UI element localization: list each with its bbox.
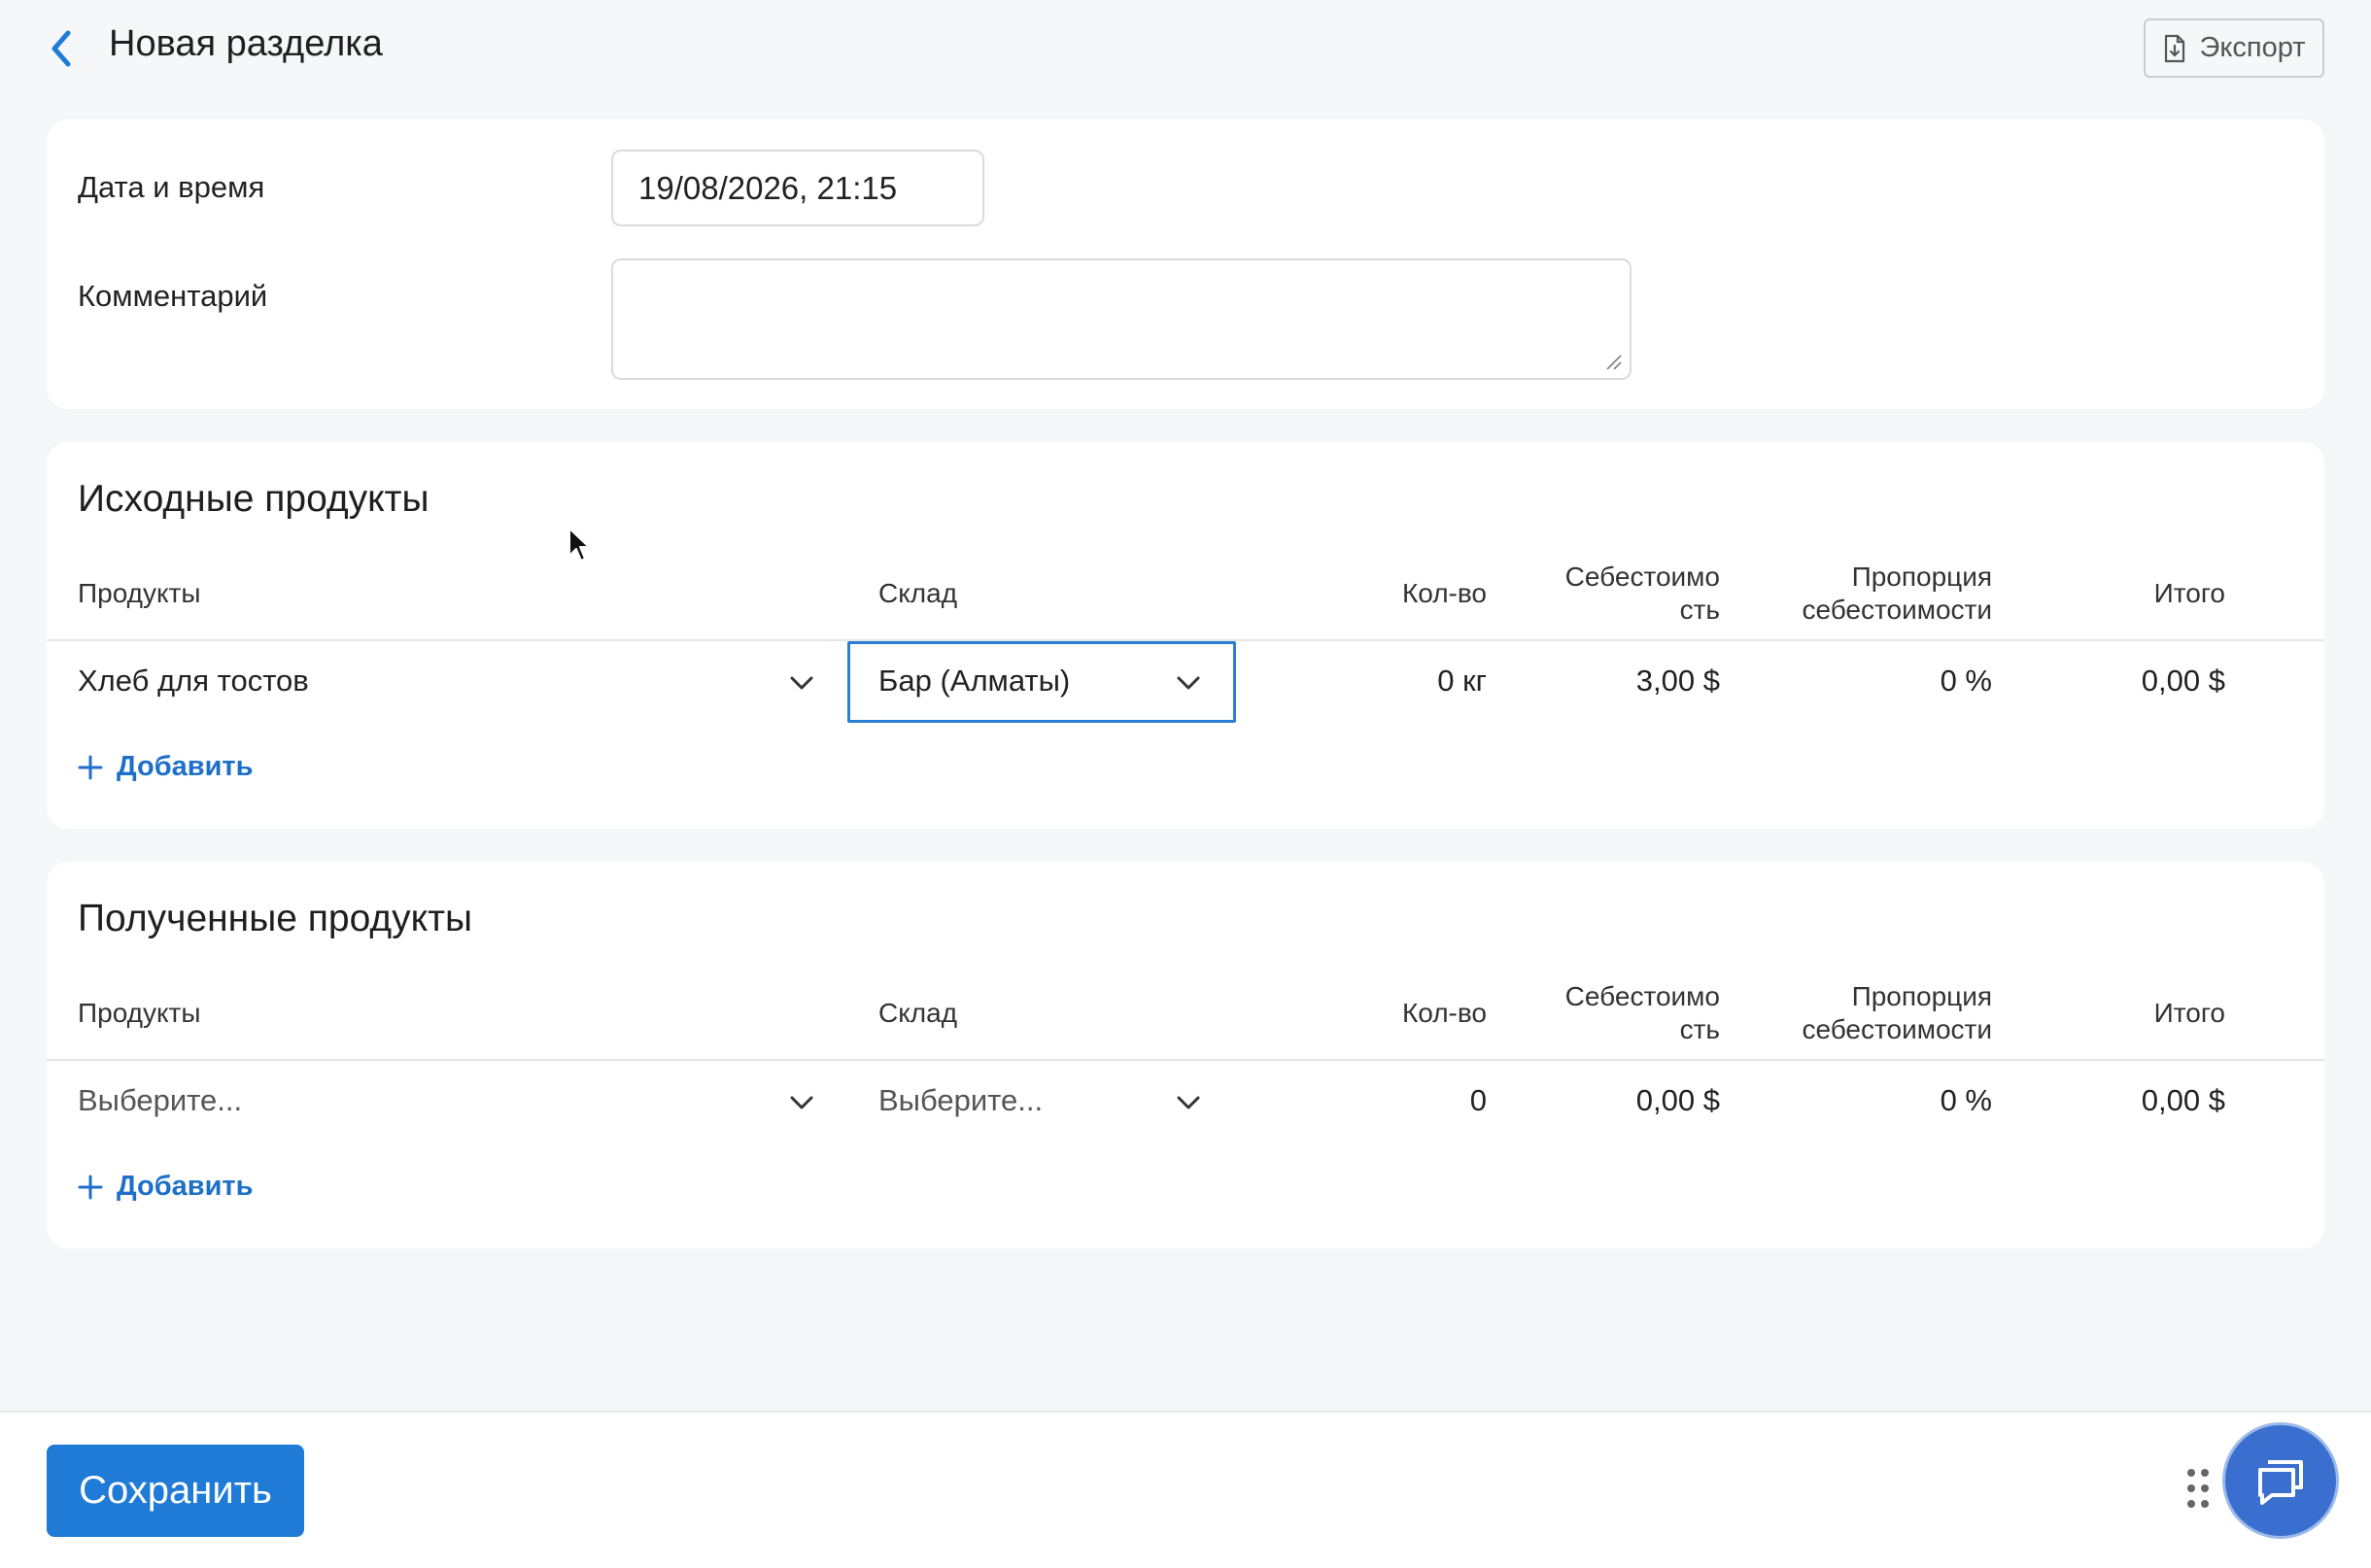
drag-handle-icon[interactable] (2184, 1467, 2212, 1510)
chat-icon (2258, 1460, 2303, 1505)
chevron-down-icon (790, 1096, 813, 1109)
proportion-value[interactable]: 0 % (1737, 1083, 1992, 1118)
resize-grip-icon[interactable] (1604, 353, 1622, 370)
column-header-products: Продукты (78, 998, 201, 1028)
export-label: Экспорт (2199, 32, 2306, 63)
column-header-proportion-line2: себестоимости (1802, 1014, 1992, 1044)
result-products-card: Полученные продукты Продукты Склад Кол-в… (47, 862, 2324, 1248)
mouse-cursor-icon (568, 528, 590, 562)
warehouse-select[interactable]: Бар (Алматы) (847, 641, 1236, 723)
warehouse-select-value: Бар (Алматы) (878, 664, 1071, 698)
section-title-source: Исходные продукты (78, 478, 430, 520)
page-header: Новая разделка Экспорт (0, 0, 2371, 97)
cost-value: 3,00 $ (1635, 664, 1720, 698)
chevron-down-icon (1177, 676, 1200, 690)
qty-value[interactable]: 0 кг (1300, 664, 1487, 699)
column-header-total: Итого (2153, 578, 2225, 608)
product-select-placeholder: Выберите... (78, 1083, 243, 1117)
chevron-down-icon (790, 676, 813, 690)
page-title: Новая разделка (109, 23, 383, 64)
export-button[interactable]: Экспорт (2144, 18, 2324, 78)
add-result-product-button[interactable]: Добавить (78, 1171, 253, 1203)
save-button[interactable]: Сохранить (47, 1445, 304, 1537)
column-header-products: Продукты (78, 578, 201, 608)
chat-button[interactable] (2222, 1422, 2339, 1539)
comment-textarea[interactable] (611, 258, 1632, 380)
section-title-result: Полученные продукты (78, 898, 473, 939)
file-download-icon (2164, 34, 2184, 62)
column-header-total: Итого (2153, 998, 2225, 1028)
total-value: 0,00 $ (2141, 1083, 2225, 1117)
chevron-left-icon (52, 30, 71, 67)
column-header-proportion: Пропорция себестоимости (1737, 980, 1992, 1046)
column-header-cost-line1: Себестоимо (1564, 981, 1720, 1011)
add-source-product-button[interactable]: Добавить (78, 751, 253, 783)
column-header-proportion: Пропорция себестоимости (1737, 561, 1992, 627)
column-header-cost-line1: Себестоимо (1564, 562, 1720, 592)
qty-value[interactable]: 0 (1300, 1083, 1487, 1118)
column-header-cost-line2: сть (1679, 1014, 1720, 1044)
column-header-cost: Себестоимо сть (1475, 980, 1720, 1046)
product-select-value: Хлеб для тостов (78, 664, 309, 698)
column-header-proportion-line2: себестоимости (1802, 595, 1992, 625)
warehouse-select-placeholder: Выберите... (878, 1083, 1044, 1117)
column-header-cost-line2: сть (1679, 595, 1720, 625)
column-header-warehouse: Склад (878, 578, 958, 608)
column-header-qty: Кол-во (1401, 578, 1487, 608)
column-header-qty: Кол-во (1401, 998, 1487, 1028)
chevron-down-icon (1177, 1096, 1200, 1109)
total-value: 0,00 $ (2141, 664, 2225, 698)
column-header-proportion-line1: Пропорция (1851, 562, 1992, 592)
cost-value: 0,00 $ (1635, 1083, 1720, 1117)
date-label: Дата и время (78, 170, 265, 204)
proportion-value[interactable]: 0 % (1737, 664, 1992, 699)
add-label: Добавить (117, 751, 254, 782)
column-header-proportion-line1: Пропорция (1851, 981, 1992, 1011)
back-button[interactable] (43, 27, 82, 70)
form-card: Дата и время Комментарий (47, 119, 2324, 409)
comment-label: Комментарий (78, 279, 268, 313)
source-products-card: Исходные продукты Продукты Склад Кол-во … (47, 442, 2324, 829)
plus-icon (78, 1175, 103, 1199)
date-time-input[interactable] (611, 150, 984, 226)
add-label: Добавить (117, 1171, 254, 1202)
table-divider (47, 1059, 2324, 1061)
column-header-cost: Себестоимо сть (1475, 561, 1720, 627)
plus-icon (78, 755, 103, 779)
footer-bar: Сохранить (0, 1411, 2371, 1568)
column-header-warehouse: Склад (878, 998, 958, 1028)
